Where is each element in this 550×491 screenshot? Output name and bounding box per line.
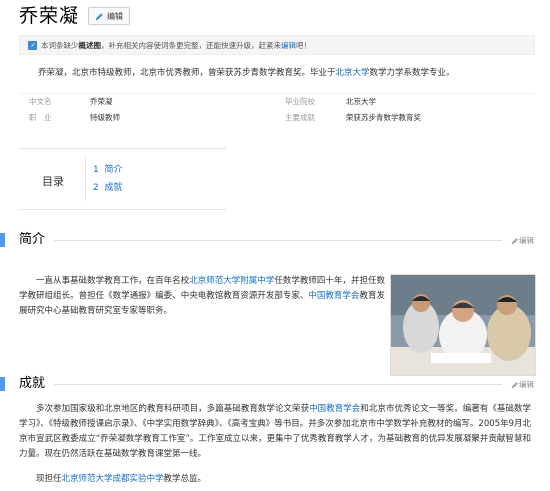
toc-item-number: 2 [93, 183, 99, 193]
basic-info-row-1: 中文名 乔荣凝 毕业院校 北京大学 [19, 94, 535, 110]
section-title-achievements: 成就 [19, 376, 46, 391]
achievements-text-d: 教学总监。 [163, 474, 207, 484]
teacher-photo [390, 274, 536, 376]
chinese-name-value: 乔荣凝 [90, 97, 113, 106]
info-icon [28, 40, 37, 50]
summary: 乔荣凝，北京市特级教师，北京市优秀教师，曾荣获苏步青数学教育奖。毕业于北京大学数… [38, 66, 528, 80]
toc-item-achievements[interactable]: 2 成就 [93, 180, 122, 193]
summary-text-1: 乔荣凝，北京市特级教师，北京市优秀教师，曾荣获苏步青数学教育奖。毕业于 [38, 68, 336, 78]
section-edit-achievements[interactable]: 编辑 [511, 379, 534, 390]
table-of-contents: 目录 1 简介 2 成就 [19, 148, 226, 210]
achievement-key: 主要成就 [285, 113, 315, 122]
section-accent-bar [0, 377, 5, 391]
section-edit-intro[interactable]: 编辑 [511, 235, 534, 246]
pencil-icon [95, 12, 103, 20]
chinese-name-key: 中文名 [29, 97, 52, 106]
toc-item-label: 简介 [104, 165, 123, 175]
basic-info: 中文名 乔荣凝 毕业院校 北京大学 职 业 特级教师 主要成就 荣获苏步青数学教… [19, 93, 535, 122]
link-china-education-society[interactable]: 中国教育学会 [308, 291, 359, 301]
link-bnu-affiliated-high[interactable]: 北京师范大学附属中学 [189, 276, 274, 286]
toc-divider [85, 157, 86, 201]
pencil-icon [511, 381, 518, 388]
section-header-intro: 简介 编辑 [0, 231, 550, 249]
toc-title: 目录 [42, 175, 64, 188]
notice-banner: 本词条缺少 概述图 ，补充相关内容使词条更完整，还能快速升级，赶紧来 编辑 吧！ [19, 35, 535, 55]
section-title-intro: 简介 [19, 232, 46, 247]
title-row: 乔荣凝 编辑 [19, 4, 131, 28]
section-divider [54, 240, 502, 241]
section-divider [54, 384, 502, 385]
job-key: 职 业 [29, 113, 52, 122]
notice-text-1: 本词条缺少 [41, 40, 79, 50]
toc-item-label: 成就 [104, 183, 123, 193]
link-bnu-chengdu-school[interactable]: 北京师范大学成都实验中学 [62, 474, 164, 484]
intro-text-a: 一直从事基础数学教育工作，在百年名校 [36, 276, 190, 286]
edit-button-label: 编辑 [107, 11, 124, 21]
section-edit-label: 编辑 [519, 380, 534, 389]
link-china-education-society-2[interactable]: 中国教育学会 [309, 404, 360, 414]
job-value: 特级教师 [90, 113, 120, 122]
achievements-text-c: 现担任 [36, 474, 62, 484]
notice-text-3: 吧！ [296, 40, 311, 50]
toc-item-intro[interactable]: 1 简介 [93, 162, 122, 175]
school-value-link[interactable]: 北京大学 [346, 94, 376, 110]
page-title: 乔荣凝 [19, 5, 80, 27]
edit-button[interactable]: 编辑 [88, 7, 131, 25]
section-accent-bar [0, 233, 5, 247]
achievements-paragraph-2: 现担任北京师范大学成都实验中学教学总监。 [19, 472, 531, 487]
summary-link-pku[interactable]: 北京大学 [336, 68, 370, 78]
basic-info-row-2: 职 业 特级教师 主要成就 荣获苏步青数学教育奖 [19, 110, 535, 126]
section-header-achievements: 成就 编辑 [0, 375, 550, 393]
notice-edit-link[interactable]: 编辑 [281, 40, 296, 51]
intro-paragraph: 一直从事基础数学教育工作，在百年名校北京师范大学附属中学任数学教师四十年，并担任… [19, 274, 385, 319]
notice-text-2: ，补充相关内容使词条更完整，还能快速升级，赶紧来 [101, 40, 281, 50]
achievements-text-a: 多次参加国家级和北京地区的教育科研项目，多篇基础教育数学论文荣获 [36, 404, 310, 414]
achievement-value: 荣获苏步青数学教育奖 [346, 113, 421, 122]
section-edit-label: 编辑 [519, 236, 534, 245]
summary-text-2: 数学力学系数学专业。 [369, 68, 455, 78]
school-key: 毕业院校 [285, 97, 315, 106]
pencil-icon [511, 237, 518, 244]
achievements-paragraph-1: 多次参加国家级和北京地区的教育科研项目，多篇基础教育数学论文荣获中国教育学会和北… [19, 402, 531, 462]
toc-item-number: 1 [93, 165, 99, 175]
notice-bold: 概述图 [78, 40, 102, 50]
